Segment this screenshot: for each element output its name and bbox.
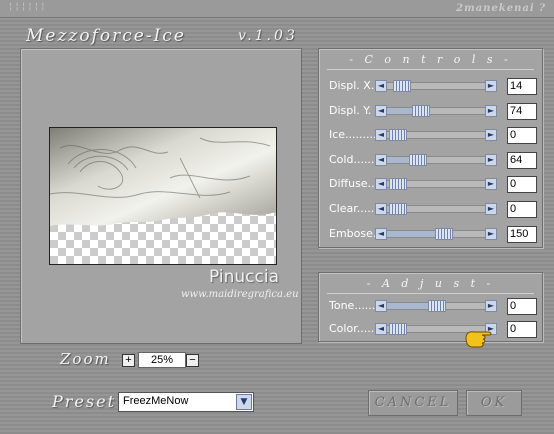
watermark-url: www.maidiregrafica.eu bbox=[181, 289, 299, 300]
slider-thumb[interactable] bbox=[389, 178, 407, 191]
adjust-row-label: Color...... bbox=[329, 322, 378, 335]
slider-decrease-arrow-icon[interactable]: ◄ bbox=[375, 129, 387, 142]
slider-decrease-arrow-icon[interactable]: ◄ bbox=[375, 323, 387, 335]
window-grip[interactable]: ¦¦¦¦¦¦ bbox=[8, 2, 47, 12]
adjust-value-field[interactable]: 0 bbox=[507, 298, 537, 315]
adjust-divider bbox=[327, 293, 534, 294]
slider-increase-arrow-icon[interactable]: ► bbox=[485, 203, 497, 215]
adjust-panel: - A d j u s t - Tone....... ◄ ► 0 Color.....… bbox=[318, 272, 543, 342]
adjust-row: Tone....... ◄ ► 0 bbox=[319, 297, 544, 315]
slider-thumb[interactable] bbox=[428, 300, 446, 312]
controls-row: Ice......... ◄ ► 0 bbox=[319, 126, 544, 145]
adjust-row-label: Tone....... bbox=[329, 299, 379, 312]
controls-row: Cold....... ◄ ► 64 bbox=[319, 151, 544, 169]
controls-row: Displ. X. ◄ ► 14 bbox=[319, 77, 544, 95]
preview-frame[interactable] bbox=[49, 127, 277, 265]
controls-row: Clear...... ◄ ► 0 bbox=[319, 200, 544, 218]
adjust-title: - A d j u s t - bbox=[366, 277, 495, 290]
slider-decrease-arrow-icon[interactable]: ◄ bbox=[375, 227, 387, 240]
controls-row-label: Clear...... bbox=[329, 202, 378, 215]
controls-row: Displ. Y. ◄ ► 74 bbox=[319, 102, 544, 120]
top-right-text[interactable]: 2manekenai ? bbox=[456, 3, 546, 14]
zoom-label: Zoom bbox=[60, 350, 111, 368]
hand-pointer-icon bbox=[465, 331, 492, 348]
slider-thumb[interactable] bbox=[389, 129, 407, 142]
controls-divider bbox=[327, 69, 534, 70]
controls-value-field[interactable]: 150 bbox=[507, 225, 537, 243]
controls-row-label: Ice......... bbox=[329, 128, 377, 142]
slider-increase-arrow-icon[interactable]: ► bbox=[485, 104, 497, 117]
slider-thumb[interactable] bbox=[389, 323, 407, 335]
slider-increase-arrow-icon[interactable]: ► bbox=[485, 129, 497, 142]
controls-value-field[interactable]: 0 bbox=[507, 176, 537, 194]
slider-thumb[interactable] bbox=[409, 153, 427, 166]
controls-row-label: Displ. X. bbox=[329, 79, 375, 92]
slider-decrease-arrow-icon[interactable]: ◄ bbox=[375, 203, 387, 215]
controls-value-field[interactable]: 0 bbox=[507, 127, 537, 145]
slider-increase-arrow-icon[interactable]: ► bbox=[485, 153, 497, 166]
zoom-value-field[interactable]: 25% bbox=[138, 352, 186, 368]
controls-row: Embose. ◄ ► 150 bbox=[319, 225, 544, 243]
slider-decrease-arrow-icon[interactable]: ◄ bbox=[375, 104, 387, 117]
controls-panel: - C o n t r o l s - Displ. X. ◄ ► 14 Displ. … bbox=[318, 48, 543, 248]
slider-increase-arrow-icon[interactable]: ► bbox=[485, 178, 497, 191]
plugin-title: Mezzoforce-Ice bbox=[26, 26, 186, 46]
zoom-in-button[interactable]: + bbox=[122, 354, 135, 367]
slider-decrease-arrow-icon[interactable]: ◄ bbox=[375, 80, 387, 92]
slider-decrease-arrow-icon[interactable]: ◄ bbox=[375, 153, 387, 166]
controls-title: - C o n t r o l s - bbox=[349, 53, 512, 66]
preview-image bbox=[50, 128, 276, 264]
plugin-version: v.1.03 bbox=[238, 28, 298, 44]
adjust-row: Color...... ◄ ► 0 bbox=[319, 320, 544, 338]
zoom-out-button[interactable]: − bbox=[186, 354, 199, 367]
chevron-down-icon[interactable]: ▼ bbox=[236, 394, 252, 410]
controls-value-field[interactable]: 74 bbox=[507, 102, 537, 120]
slider-increase-arrow-icon[interactable]: ► bbox=[485, 227, 497, 240]
slider-increase-arrow-icon[interactable]: ► bbox=[485, 80, 497, 92]
preset-select[interactable]: FreezMeNow ▼ bbox=[118, 392, 254, 412]
controls-row-label: Cold....... bbox=[329, 152, 378, 166]
slider-thumb[interactable] bbox=[389, 203, 407, 215]
controls-row: Diffuse.... ◄ ► 0 bbox=[319, 175, 544, 194]
slider-increase-arrow-icon[interactable]: ► bbox=[485, 300, 497, 312]
controls-value-field[interactable]: 0 bbox=[507, 201, 537, 218]
watermark-name: Pinuccia bbox=[209, 267, 279, 287]
controls-row-label: Diffuse.... bbox=[329, 177, 382, 191]
slider-thumb[interactable] bbox=[393, 80, 411, 92]
slider-thumb[interactable] bbox=[435, 227, 453, 240]
controls-value-field[interactable]: 64 bbox=[507, 151, 537, 169]
controls-row-label: Displ. Y. bbox=[329, 103, 372, 117]
slider-track[interactable] bbox=[377, 106, 497, 115]
adjust-value-field[interactable]: 0 bbox=[507, 321, 537, 338]
controls-row-label: Embose. bbox=[329, 226, 377, 240]
slider-decrease-arrow-icon[interactable]: ◄ bbox=[375, 300, 387, 312]
slider-thumb[interactable] bbox=[412, 104, 430, 117]
ok-button[interactable]: OK bbox=[466, 390, 522, 416]
cancel-button[interactable]: CANCEL bbox=[368, 390, 458, 416]
preset-selected-value: FreezMeNow bbox=[123, 395, 189, 407]
preset-label: Preset bbox=[52, 392, 116, 411]
controls-value-field[interactable]: 14 bbox=[507, 78, 537, 95]
slider-track[interactable] bbox=[377, 155, 497, 164]
slider-decrease-arrow-icon[interactable]: ◄ bbox=[375, 178, 387, 191]
preview-panel: Pinuccia www.maidiregrafica.eu bbox=[20, 48, 302, 344]
